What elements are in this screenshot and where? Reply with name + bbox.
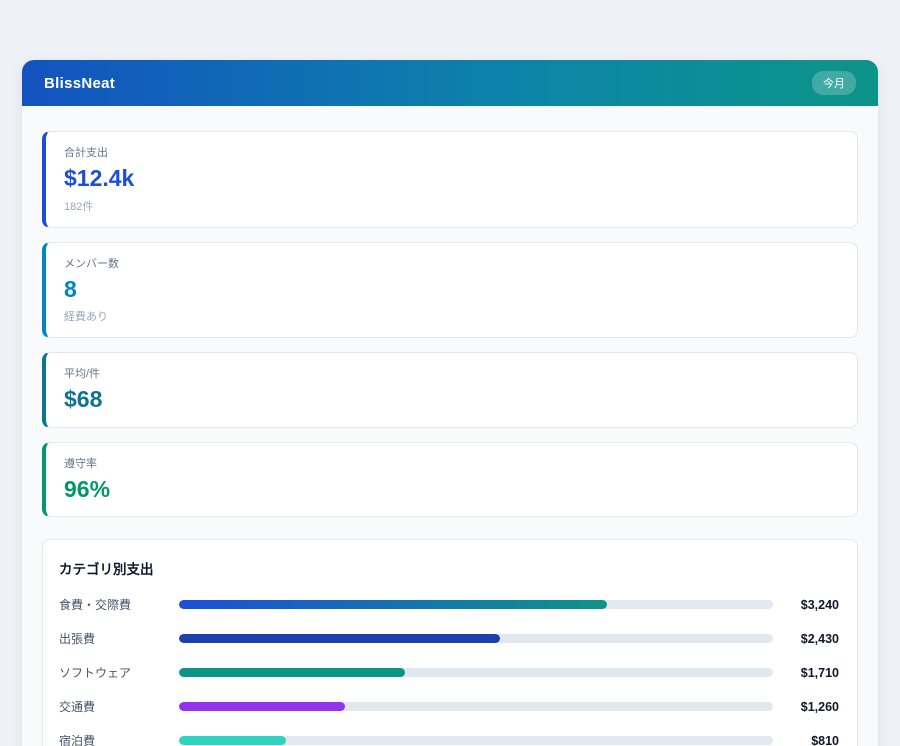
bar-label: ソフトウェア [59,664,179,681]
stat-value: 8 [64,276,839,304]
stat-label: 平均/件 [64,365,839,381]
stat-label: メンバー数 [64,255,839,271]
bar-value: $3,240 [773,598,839,612]
bar-track [179,702,773,711]
bar-track [179,600,773,609]
bar-track [179,634,773,643]
stat-sub: 経費あり [64,308,839,324]
bar-row-lodging: 宿泊費 $810 [59,732,839,746]
category-breakdown-title: カテゴリ別支出 [59,558,839,578]
stat-value: 96% [64,476,839,504]
bar-label: 宿泊費 [59,732,179,746]
stat-sub: 182件 [64,198,839,214]
bar-fill [179,668,405,677]
category-breakdown-card: カテゴリ別支出 食費・交際費 $3,240 出張費 $2,430 [42,539,858,746]
stat-card-member-count: メンバー数 8 経費あり [42,242,858,339]
page-background: BlissNeat 今月 合計支出 $12.4k 182件 メンバー数 8 経費… [0,0,900,746]
app-header: BlissNeat 今月 [22,60,878,106]
dashboard-body: 合計支出 $12.4k 182件 メンバー数 8 経費あり 平均/件 $68 遵… [22,106,878,746]
bar-value: $1,710 [773,666,839,680]
app-title: BlissNeat [44,75,115,92]
bar-row-transport: 交通費 $1,260 [59,698,839,715]
bar-value: $810 [773,734,839,746]
period-badge[interactable]: 今月 [812,71,856,95]
bar-label: 食費・交際費 [59,596,179,613]
bar-value: $1,260 [773,700,839,714]
stat-label: 合計支出 [64,144,839,160]
bar-fill [179,702,345,711]
bar-track [179,736,773,745]
bar-value: $2,430 [773,632,839,646]
stat-card-compliance-rate: 遵守率 96% [42,442,858,518]
stat-value: $12.4k [64,165,839,193]
bar-row-business-trip: 出張費 $2,430 [59,630,839,647]
stat-card-average-per-item: 平均/件 $68 [42,352,858,428]
dashboard-card: BlissNeat 今月 合計支出 $12.4k 182件 メンバー数 8 経費… [22,60,878,746]
stat-card-total-spend: 合計支出 $12.4k 182件 [42,131,858,228]
bar-fill [179,600,607,609]
bar-row-software: ソフトウェア $1,710 [59,664,839,681]
bar-fill [179,634,500,643]
bar-label: 交通費 [59,698,179,715]
bar-label: 出張費 [59,630,179,647]
stat-label: 遵守率 [64,455,839,471]
stat-value: $68 [64,386,839,414]
bar-fill [179,736,286,745]
bar-row-food-entertainment: 食費・交際費 $3,240 [59,596,839,613]
bar-track [179,668,773,677]
